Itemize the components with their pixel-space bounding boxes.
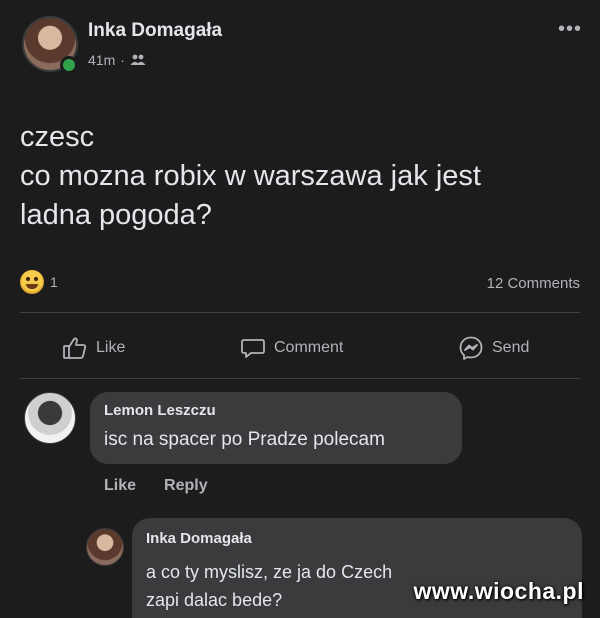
comment-like-button[interactable]: Like <box>104 477 136 495</box>
reply-author-name[interactable]: Inka Domagała <box>146 530 252 547</box>
reactions-summary[interactable]: 1 <box>20 270 58 294</box>
post-text-line: co mozna robix w warszawa jak jest <box>20 160 481 192</box>
comment-bubble: Lemon Leszczu isc na spacer po Pradze po… <box>90 392 462 464</box>
friends-icon[interactable] <box>130 54 146 66</box>
comment-actions: Like Reply <box>104 477 208 495</box>
meta-separator: · <box>120 52 125 68</box>
messenger-icon <box>459 336 483 360</box>
divider <box>20 378 580 379</box>
post-text-line: czesc <box>20 121 95 153</box>
post-text-line: ladna pogoda? <box>20 199 212 231</box>
post-time[interactable]: 41m <box>88 52 115 68</box>
comment-text: isc na spacer po Pradze polecam <box>104 429 385 450</box>
commenter-name[interactable]: Lemon Leszczu <box>104 402 216 419</box>
divider <box>20 312 580 313</box>
comment-label: Comment <box>274 339 344 356</box>
watermark: www.wiocha.pl <box>413 578 584 604</box>
post-text: czesc co mozna robix w warszawa jak jest… <box>20 118 580 235</box>
author-name[interactable]: Inka Domagała <box>88 20 222 42</box>
post-meta: 41m · <box>88 52 146 68</box>
comment-button[interactable]: Comment <box>240 330 343 366</box>
reply-text: a co ty myslisz, ze ja do Czech zapi dal… <box>146 558 392 614</box>
reply-text-line: a co ty myslisz, ze ja do Czech <box>146 562 393 582</box>
like-button[interactable]: Like <box>62 330 125 366</box>
care-reaction-icon <box>20 270 44 294</box>
send-button[interactable]: Send <box>458 330 529 366</box>
post-actions-bar: Like Comment Send <box>0 330 600 366</box>
comment-reply-button[interactable]: Reply <box>164 477 208 495</box>
reply-avatar[interactable] <box>86 528 124 566</box>
online-status-dot <box>60 56 78 74</box>
more-options-icon[interactable]: ••• <box>558 18 582 41</box>
like-label: Like <box>96 339 126 356</box>
commenter-avatar[interactable] <box>24 392 76 444</box>
thumbs-up-icon <box>63 337 87 359</box>
post-header: Inka Domagała 41m · ••• <box>22 16 582 76</box>
comment-icon <box>241 339 265 358</box>
reaction-count: 1 <box>50 274 58 290</box>
send-label: Send <box>492 339 530 356</box>
comments-count[interactable]: 12 Comments <box>487 275 580 292</box>
reply-text-line: zapi dalac bede? <box>146 590 283 610</box>
